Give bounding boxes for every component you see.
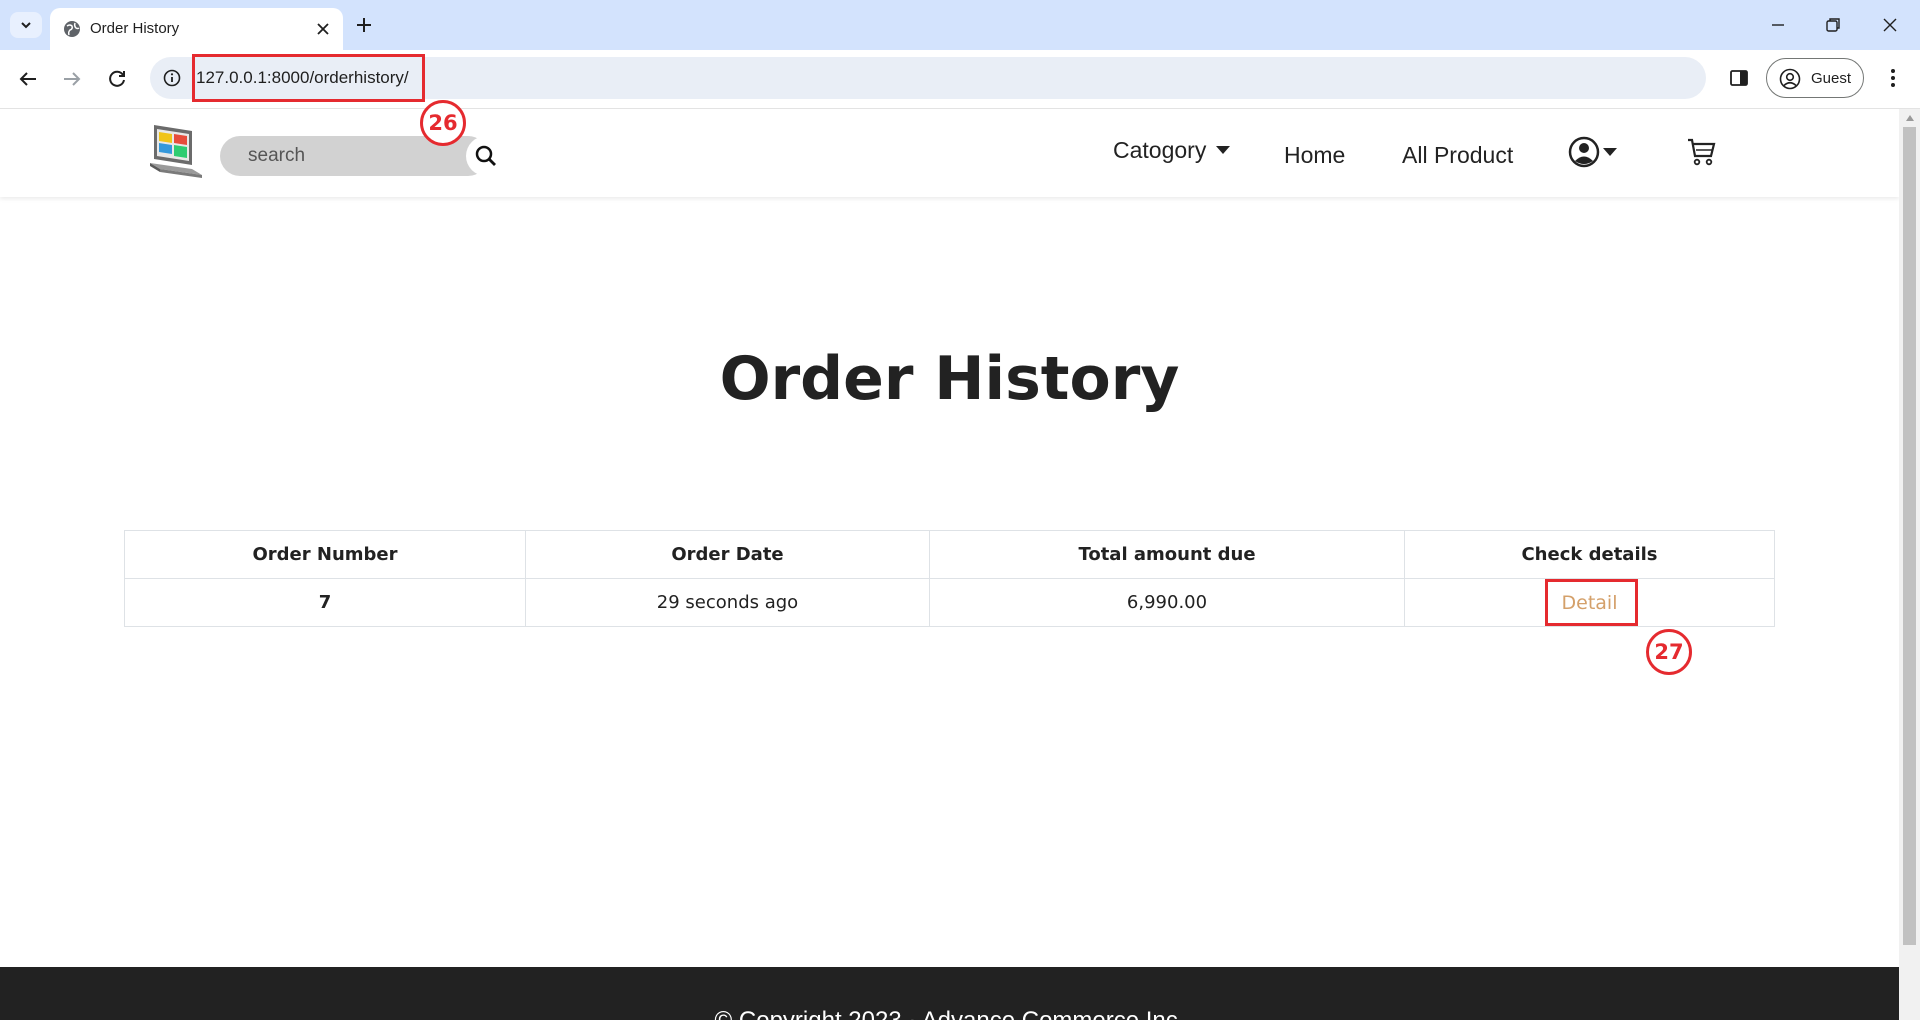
- table-header-row: Order Number Order Date Total amount due…: [124, 530, 1775, 579]
- close-icon[interactable]: [315, 21, 331, 37]
- caret-down-icon: [1216, 146, 1231, 154]
- order-number-cell: 7: [124, 578, 526, 627]
- nav-all-product-link[interactable]: All Product: [1402, 142, 1513, 169]
- nav-category-label: Catogory: [1113, 137, 1207, 163]
- side-panel-icon[interactable]: [1728, 67, 1750, 89]
- more-vert-icon[interactable]: [1882, 67, 1904, 89]
- order-history-table: Order Number Order Date Total amount due…: [124, 530, 1775, 627]
- globe-icon: [64, 21, 80, 37]
- tab-title: Order History: [90, 20, 180, 37]
- window-close-icon[interactable]: [1880, 15, 1900, 35]
- column-header-order-date: Order Date: [525, 530, 930, 579]
- restore-icon[interactable]: [1823, 15, 1843, 35]
- page-viewport: Catogory Home All Product Order History …: [0, 109, 1899, 1020]
- column-header-total: Total amount due: [929, 530, 1405, 579]
- search-input[interactable]: [248, 145, 448, 167]
- site-footer: © Copyright 2023 · Advance Commerce Inc.: [0, 967, 1899, 1020]
- info-icon[interactable]: [162, 68, 182, 88]
- search-button[interactable]: [466, 136, 506, 176]
- annotation-marker-26: 26: [420, 100, 466, 146]
- new-tab-plus-icon[interactable]: [353, 14, 375, 36]
- scrollbar-thumb[interactable]: [1903, 127, 1916, 945]
- nav-category-dropdown[interactable]: Catogory: [1113, 137, 1231, 164]
- user-account-dropdown[interactable]: [1567, 135, 1629, 169]
- caret-down-icon: [1603, 148, 1617, 156]
- nav-home-link[interactable]: Home: [1284, 142, 1345, 169]
- minimize-icon[interactable]: [1768, 15, 1788, 35]
- tab-list-button[interactable]: [10, 12, 42, 38]
- reload-icon[interactable]: [105, 67, 129, 91]
- profile-label: Guest: [1811, 70, 1852, 87]
- shopping-cart-icon[interactable]: [1686, 134, 1716, 168]
- user-circle-icon: [1779, 68, 1801, 90]
- column-header-check-details: Check details: [1404, 530, 1775, 579]
- detail-highlight-box: [1545, 579, 1638, 626]
- vertical-scrollbar[interactable]: [1899, 109, 1920, 1020]
- profile-button[interactable]: Guest: [1766, 58, 1864, 98]
- annotation-marker-27: 27: [1646, 629, 1692, 675]
- user-circle-icon: [1568, 136, 1600, 168]
- order-total-cell: 6,990.00: [929, 578, 1405, 627]
- site-header: Catogory Home All Product: [0, 109, 1899, 197]
- page-title: Order History: [719, 344, 1180, 414]
- scroll-up-arrow-icon[interactable]: [1905, 113, 1915, 123]
- table-row: 7 29 seconds ago 6,990.00 Detail: [124, 578, 1775, 627]
- search-icon: [475, 145, 496, 166]
- back-arrow-icon[interactable]: [16, 67, 40, 91]
- url-highlight-box: [192, 54, 425, 102]
- laptop-logo-icon[interactable]: [146, 121, 204, 181]
- column-header-order-number: Order Number: [124, 530, 526, 579]
- footer-copyright: © Copyright 2023 · Advance Commerce Inc.: [0, 1007, 1899, 1020]
- order-date-cell: 29 seconds ago: [525, 578, 930, 627]
- forward-arrow-icon[interactable]: [60, 67, 84, 91]
- browser-tab-bar: Order History: [0, 0, 1920, 50]
- chevron-down-icon: [21, 22, 31, 29]
- browser-tab-active[interactable]: Order History: [50, 8, 343, 50]
